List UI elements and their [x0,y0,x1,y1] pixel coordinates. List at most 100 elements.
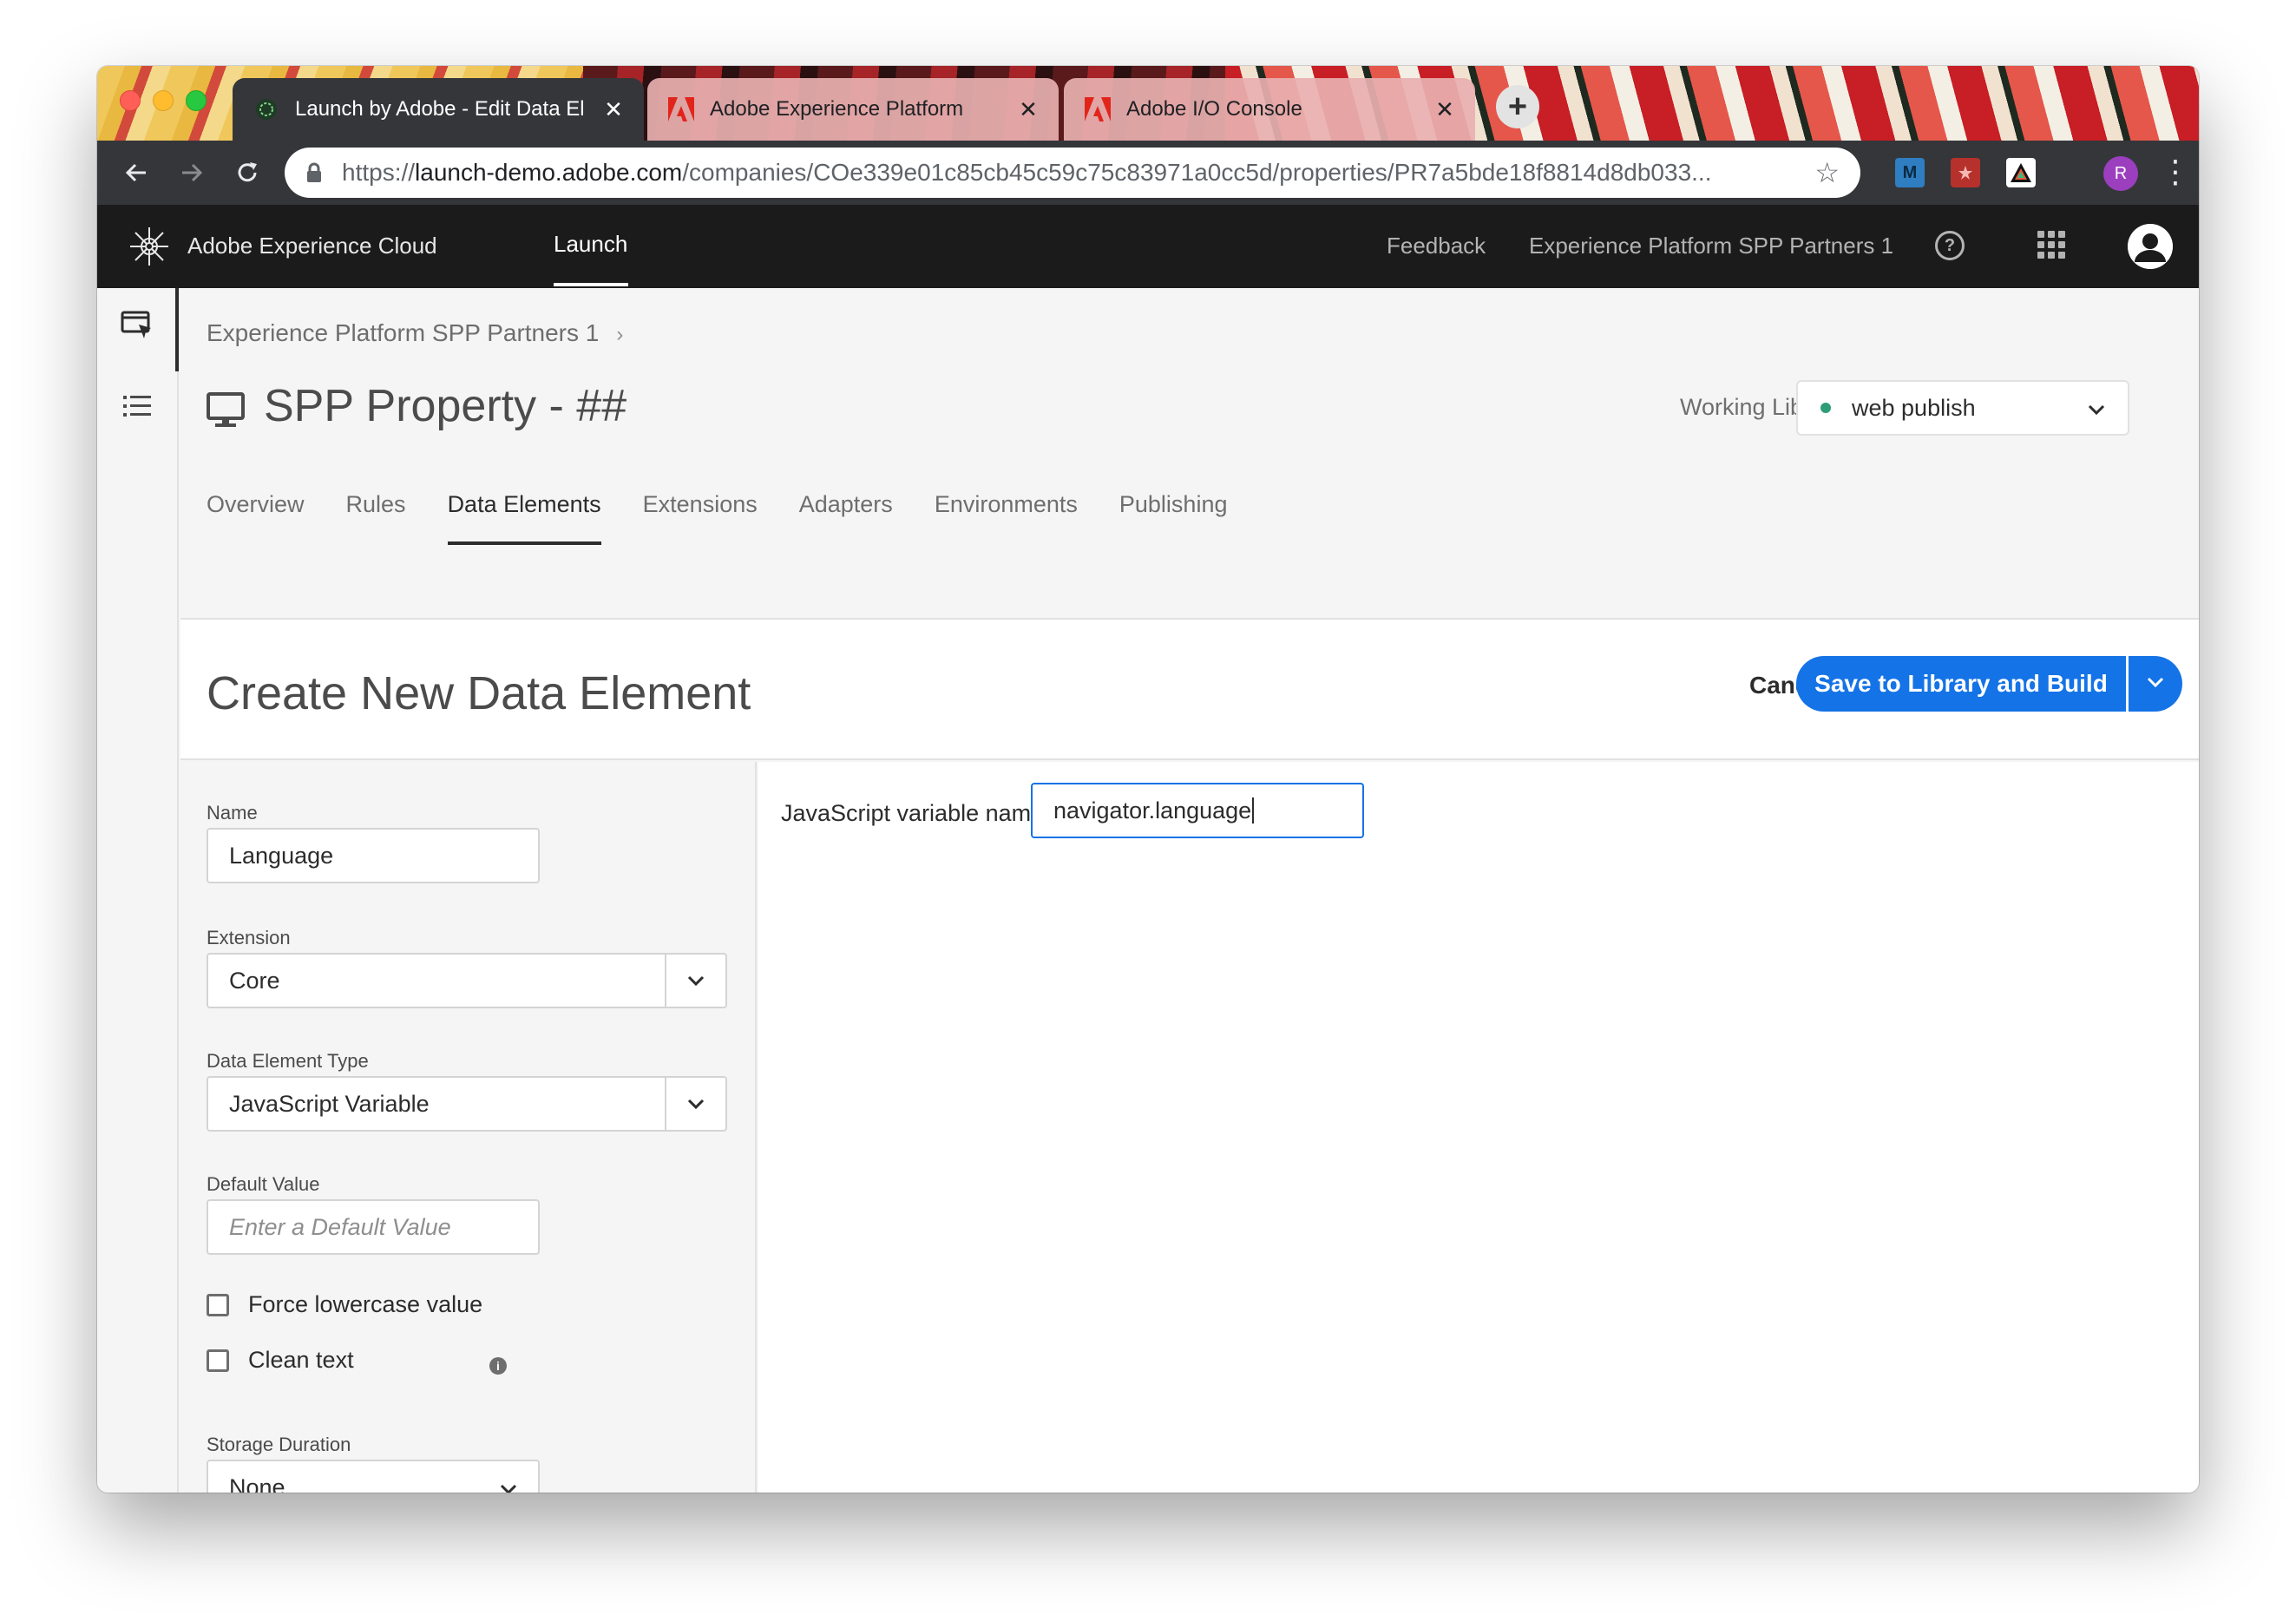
default-value-field[interactable]: Enter a Default Value [207,1199,540,1255]
working-library-value: web publish [1852,394,1976,421]
profile-initial: R [2114,163,2128,183]
rail-active-indicator [175,288,179,371]
address-bar[interactable]: https://launch-demo.adobe.com/companies/… [285,148,1860,198]
tab-environments[interactable]: Environments [935,484,1078,545]
tab-rules[interactable]: Rules [346,484,406,545]
data-element-form: Name Language Extension Core Data Elemen… [180,762,757,1493]
js-variable-input[interactable]: navigator.language [1031,783,1364,838]
browser-window: Launch by Adobe - Edit Data El ✕ Adobe E… [97,66,2199,1493]
name-value: Language [229,842,334,869]
save-build-button[interactable]: Save to Library and Build [1796,656,2126,712]
working-library-select[interactable]: web publish [1796,380,2129,436]
tab-publishing[interactable]: Publishing [1119,484,1228,545]
data-element-settings: JavaScript variable name navigator.langu… [758,762,2199,1493]
info-icon[interactable]: i [489,1357,507,1375]
minimize-window-button[interactable] [153,90,174,111]
close-tab-icon[interactable]: ✕ [600,96,626,122]
default-value-label: Default Value [207,1173,320,1195]
nav-active-underline [554,283,628,286]
editor-header: Create New Data Element Cancel Save to L… [180,620,2199,760]
status-dot [1820,403,1831,413]
browser-tab-experience-platform[interactable]: Adobe Experience Platform ✕ [647,78,1059,141]
experience-cloud-logo-icon[interactable] [127,224,172,269]
tab-title: Adobe Experience Platform [710,97,964,121]
reload-icon[interactable] [227,153,267,193]
browser-tab-io-console[interactable]: Adobe I/O Console ✕ [1064,78,1475,141]
app-switcher-icon[interactable] [2037,231,2065,259]
tab-data-elements[interactable]: Data Elements [447,484,601,545]
profile-avatar[interactable]: R [2103,156,2138,191]
type-value: JavaScript Variable [229,1090,430,1117]
tab-overview[interactable]: Overview [207,484,305,545]
extension-adobe-icon[interactable] [2006,158,2036,187]
type-label: Data Element Type [207,1050,369,1072]
storage-duration-label: Storage Duration [207,1434,351,1455]
storage-duration-value: None [229,1473,285,1493]
storage-duration-select[interactable]: None [207,1460,540,1493]
chevron-right-icon: › [616,323,624,346]
feedback-link[interactable]: Feedback [1387,233,1486,259]
org-switcher[interactable]: Experience Platform SPP Partners 1 [1529,233,1893,259]
chevron-down-icon [665,1078,725,1130]
extension-select[interactable]: Core [207,953,727,1008]
tab-extensions[interactable]: Extensions [643,484,758,545]
monitor-icon [207,388,245,427]
clean-text-checkbox[interactable]: Clean text [207,1347,354,1374]
js-variable-label: JavaScript variable name [781,800,1045,826]
launch-icon [253,96,279,122]
editor-title: Create New Data Element [207,667,751,719]
js-variable-value: navigator.language [1053,797,1252,824]
more-menu-icon[interactable]: ⋮ [2160,154,2191,189]
data-element-type-select[interactable]: JavaScript Variable [207,1076,727,1132]
extension-m-icon[interactable]: M [1895,158,1925,187]
chevron-down-icon [2088,395,2105,422]
tab-title: Adobe I/O Console [1126,97,1302,121]
properties-icon[interactable] [120,307,154,342]
bookmark-star-icon[interactable]: ☆ [1814,156,1840,189]
brand-name[interactable]: Adobe Experience Cloud [187,233,437,259]
breadcrumb: Experience Platform SPP Partners 1 › [207,319,623,347]
url-scheme: https:// [342,159,416,186]
clean-text-label: Clean text [248,1347,354,1373]
help-icon[interactable]: ? [1935,231,1965,260]
name-label: Name [207,802,258,824]
browser-tab-launch[interactable]: Launch by Adobe - Edit Data El ✕ [233,78,644,141]
url-host: launch-demo.adobe.com [415,159,683,186]
breadcrumb-parent[interactable]: Experience Platform SPP Partners 1 [207,319,599,346]
checkbox-box[interactable] [207,1349,229,1372]
extension-value: Core [229,967,280,994]
close-tab-icon[interactable]: ✕ [1432,96,1458,122]
adobe-icon [668,96,694,122]
checkbox-box[interactable] [207,1293,229,1316]
text-caret [1252,797,1255,824]
close-window-button[interactable] [120,90,141,111]
extension-red-icon[interactable] [1951,158,1980,187]
default-value-placeholder: Enter a Default Value [229,1213,451,1240]
maximize-window-button[interactable] [186,90,207,111]
left-rail [97,288,179,1493]
lock-icon [305,162,328,183]
name-field[interactable]: Language [207,828,540,883]
close-tab-icon[interactable]: ✕ [1015,96,1041,122]
browser-toolbar: https://launch-demo.adobe.com/companies/… [97,141,2199,205]
app-header: Adobe Experience Cloud Launch Feedback E… [97,205,2199,288]
user-avatar-icon[interactable] [2128,224,2173,269]
property-name: SPP Property - ## [264,381,627,431]
list-icon[interactable] [120,389,154,423]
tab-adapters[interactable]: Adapters [799,484,893,545]
adobe-icon [1085,96,1111,122]
force-lowercase-checkbox[interactable]: Force lowercase value [207,1291,482,1318]
back-icon[interactable] [116,153,156,193]
chevron-down-icon [665,955,725,1007]
chevron-down-icon [2147,676,2164,692]
new-tab-button[interactable]: + [1496,85,1539,128]
browser-tab-bar: Launch by Adobe - Edit Data El ✕ Adobe E… [97,66,2199,141]
url-text: https://launch-demo.adobe.com/companies/… [342,159,1814,187]
page-title: SPP Property - ## [207,380,626,432]
url-path: /companies/COe339e01c85cb45c59c75c83971a… [682,159,1712,186]
save-options-button[interactable] [2129,656,2182,712]
nav-launch[interactable]: Launch [554,231,627,258]
force-lowercase-label: Force lowercase value [248,1291,483,1317]
forward-icon[interactable] [172,153,212,193]
extension-label: M [1902,162,1918,182]
